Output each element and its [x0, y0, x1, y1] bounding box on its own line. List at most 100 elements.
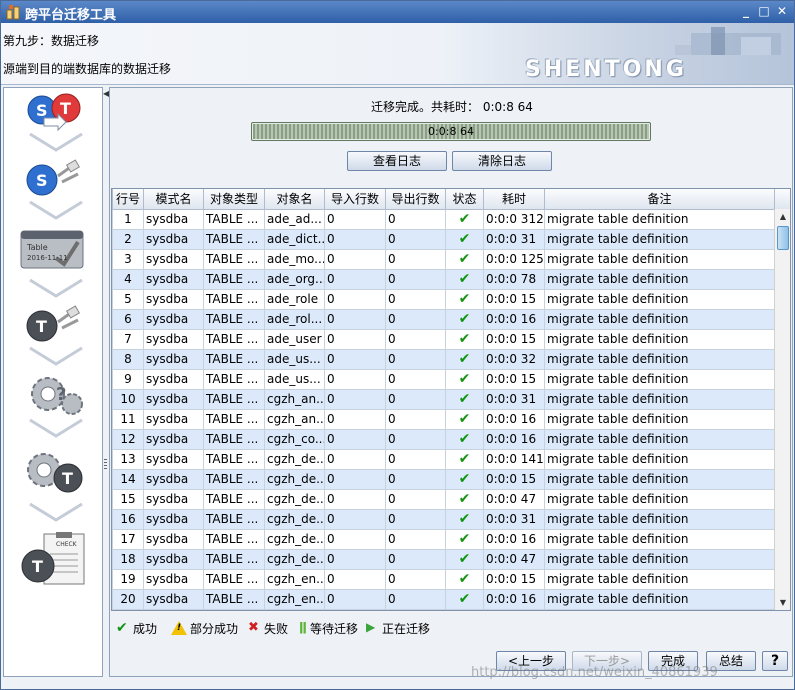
status-check-icon: ✔	[445, 388, 484, 410]
table-cell: 11	[112, 408, 144, 430]
chevron-down-icon	[29, 278, 83, 298]
column-header[interactable]: 备注	[544, 189, 775, 210]
table-row[interactable]: 10 sysdba TABLE ... cgzh_an... 0 0 ✔ 0:0:0 31 mi…	[112, 388, 775, 410]
table-cell: sysdba	[143, 368, 204, 390]
table-row[interactable]: 5 sysdba TABLE ... ade_role 0 0 ✔ 0:0:0 15 migra…	[112, 288, 775, 310]
column-header[interactable]: 行号	[112, 189, 144, 210]
table-vertical-scrollbar[interactable]: ▲ ▼	[774, 209, 790, 610]
table-cell: 0	[385, 568, 446, 590]
table-cell: sysdba	[143, 468, 204, 490]
table-cell: cgzh_de...	[264, 528, 325, 550]
table-row[interactable]: 2 sysdba TABLE ... ade_dict... 0 0 ✔ 0:0:0 31 mi…	[112, 228, 775, 250]
clear-log-button[interactable]: 清除日志	[452, 151, 552, 171]
table-cell: TABLE ...	[203, 408, 265, 430]
minimize-button[interactable]: _	[738, 4, 754, 19]
wizard-header: 第九步：数据迁移 源端到目的端数据库的数据迁移 SHENTONG	[1, 23, 794, 85]
table-cell: migrate table definition	[544, 228, 775, 250]
view-log-button[interactable]: 查看日志	[347, 151, 447, 171]
table-row[interactable]: 4 sysdba TABLE ... ade_org... 0 0 ✔ 0:0:0 78 mig…	[112, 268, 775, 290]
target-settings-icon: T	[27, 453, 83, 493]
table-cell: 0	[385, 548, 446, 570]
scroll-down-icon[interactable]: ▼	[775, 595, 790, 610]
status-check-icon: ✔	[445, 488, 484, 510]
status-check-icon: ✔	[445, 548, 484, 570]
progress-label: 0:0:8 64	[428, 125, 474, 138]
table-cell: 0:0:0 47	[483, 488, 545, 510]
table-cell: migrate table definition	[544, 348, 775, 370]
table-cell: TABLE ...	[203, 508, 265, 530]
status-check-icon: ✔	[445, 268, 484, 290]
column-header[interactable]: 对象类型	[203, 189, 265, 210]
table-cell: 0:0:0 15	[483, 568, 545, 590]
scroll-thumb[interactable]	[777, 226, 789, 250]
table-row[interactable]: 6 sysdba TABLE ... ade_rol... 0 0 ✔ 0:0:0 16 mig…	[112, 308, 775, 330]
table-cell: 0:0:0 15	[483, 368, 545, 390]
table-row[interactable]: 13 sysdba TABLE ... cgzh_de... 0 0 ✔ 0:0:0 141 m…	[112, 448, 775, 470]
table-cell: 0:0:0 16	[483, 588, 545, 610]
table-cell: cgzh_de...	[264, 448, 325, 470]
column-header[interactable]: 导出行数	[385, 189, 446, 210]
status-check-icon: ✔	[445, 568, 484, 590]
table-cell: 0	[324, 528, 386, 550]
table-cell: migrate table definition	[544, 588, 775, 610]
maximize-button[interactable]: □	[756, 4, 772, 19]
window-title: 跨平台迁移工具	[25, 8, 117, 23]
column-header[interactable]: 导入行数	[324, 189, 386, 210]
status-check-icon: ✔	[445, 508, 484, 530]
table-cell: 0	[385, 228, 446, 250]
table-cell: 0	[324, 228, 386, 250]
table-cell: ade_role	[264, 288, 325, 310]
step-title: 第九步：数据迁移	[3, 34, 100, 48]
table-cell: TABLE ...	[203, 208, 265, 230]
column-header[interactable]: 对象名	[264, 189, 325, 210]
table-cell: 0:0:0 16	[483, 528, 545, 550]
table-cell: ade_us...	[264, 348, 325, 370]
table-row[interactable]: 3 sysdba TABLE ... ade_mo... 0 0 ✔ 0:0:0 125 mig…	[112, 248, 775, 270]
table-cell: 0	[324, 548, 386, 570]
table-row[interactable]: 18 sysdba TABLE ... cgzh_de... 0 0 ✔ 0:0:0 47 mi…	[112, 548, 775, 570]
legend-waiting: 等待迁移	[310, 622, 359, 636]
table-cell: migrate table definition	[544, 208, 775, 230]
table-cell: 8	[112, 348, 144, 370]
status-check-icon: ✔	[445, 588, 484, 610]
migration-progress-bar: 0:0:8 64	[251, 122, 651, 141]
table-cell: sysdba	[143, 388, 204, 410]
scroll-up-icon[interactable]: ▲	[775, 209, 790, 225]
table-cell: migrate table definition	[544, 528, 775, 550]
table-row[interactable]: 14 sysdba TABLE ... cgzh_de... 0 0 ✔ 0:0:0 15 mi…	[112, 468, 775, 490]
column-header[interactable]: 耗时	[483, 189, 545, 210]
table-row[interactable]: 1 sysdba TABLE ... ade_ad... 0 0 ✔ 0:0:0 312 mig…	[112, 208, 775, 230]
table-selection-icon: Table 2016-11-11	[20, 228, 86, 270]
status-check-icon: ✔	[445, 428, 484, 450]
column-header[interactable]: 状态	[445, 189, 484, 210]
table-row[interactable]: 12 sysdba TABLE ... cgzh_co... 0 0 ✔ 0:0:0 16 mi…	[112, 428, 775, 450]
table-row[interactable]: 19 sysdba TABLE ... cgzh_en... 0 0 ✔ 0:0:0 15 mi…	[112, 568, 775, 590]
table-cell: sysdba	[143, 408, 204, 430]
close-button[interactable]: ✕	[774, 4, 790, 19]
table-cell: 0:0:0 141	[483, 448, 545, 470]
table-row[interactable]: 11 sysdba TABLE ... cgzh_an... 0 0 ✔ 0:0:0 16 mi…	[112, 408, 775, 430]
splitter-grip-icon[interactable]	[104, 459, 107, 471]
table-cell: 0	[324, 308, 386, 330]
table-row[interactable]: 9 sysdba TABLE ... ade_us... 0 0 ✔ 0:0:0 15 migr…	[112, 368, 775, 390]
table-cell: 14	[112, 468, 144, 490]
column-header[interactable]: 模式名	[143, 189, 204, 210]
status-check-icon: ✔	[445, 288, 484, 310]
table-row[interactable]: 17 sysdba TABLE ... cgzh_de... 0 0 ✔ 0:0:0 16 mi…	[112, 528, 775, 550]
table-cell: migrate table definition	[544, 488, 775, 510]
table-row[interactable]: 15 sysdba TABLE ... cgzh_de... 0 0 ✔ 0:0:0 47 mi…	[112, 488, 775, 510]
checklist-icon-label: CHECK	[56, 541, 77, 548]
help-button[interactable]: ?	[762, 651, 788, 671]
table-cell: TABLE ...	[203, 568, 265, 590]
table-row[interactable]: 20 sysdba TABLE ... cgzh_en... 0 0 ✔ 0:0:0 16 mi…	[112, 588, 775, 610]
table-row[interactable]: 8 sysdba TABLE ... ade_us... 0 0 ✔ 0:0:0 32 migr…	[112, 348, 775, 370]
status-check-icon: ✔	[445, 348, 484, 370]
table-cell: 6	[112, 308, 144, 330]
table-row[interactable]: 7 sysdba TABLE ... ade_user 0 0 ✔ 0:0:0 15 migra…	[112, 328, 775, 350]
table-cell: cgzh_de...	[264, 548, 325, 570]
table-cell: 0	[324, 268, 386, 290]
status-check-icon: ✔	[445, 208, 484, 230]
table-row[interactable]: 16 sysdba TABLE ... cgzh_de... 0 0 ✔ 0:0:0 31 mi…	[112, 508, 775, 530]
table-cell: TABLE ...	[203, 308, 265, 330]
table-cell: 0	[324, 588, 386, 610]
